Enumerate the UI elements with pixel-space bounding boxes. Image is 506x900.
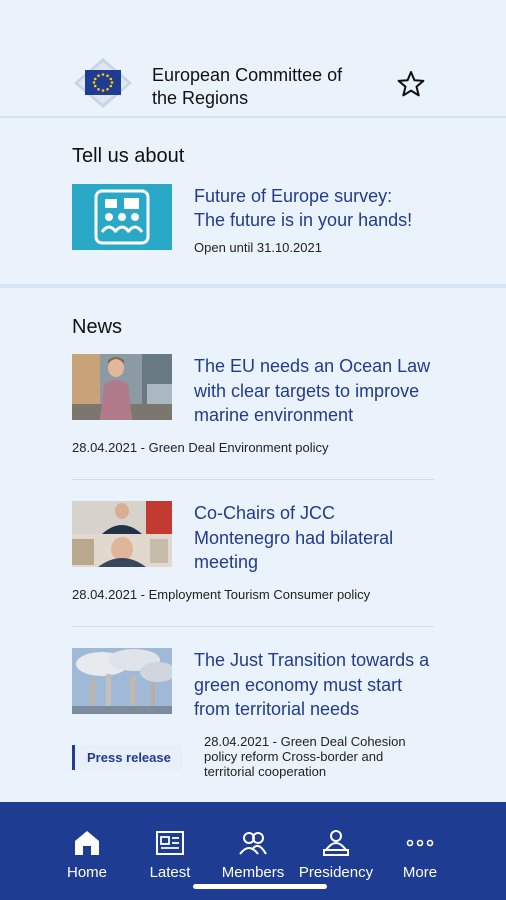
press-release-badge: Press release [72,745,182,770]
tab-presidency-label: Presidency [298,864,374,881]
survey-thumbnail[interactable] [72,184,172,250]
news-title-line: marine environment [194,405,354,425]
news-title-line: with clear targets to improve [194,380,420,401]
eu-flag-icon [74,58,132,108]
news-meta: 28.04.2021 - Employment Tourism Consumer… [72,587,371,602]
app-header: European Committee of the Regions [0,0,506,118]
presidency-icon [323,830,349,856]
app-title-line2: the Regions [152,88,249,108]
news-title-line: green economy must start [194,674,403,695]
news-title[interactable]: The Just Transition towards a green econ… [194,648,444,722]
app-title: European Committee of the Regions [152,64,382,110]
more-dots-icon [406,839,434,847]
news-meta: 28.04.2021 - Green Deal Cohesion policy … [204,734,444,779]
news-title-line: from territorial needs [194,699,360,719]
news-divider [72,479,434,480]
people-icon [239,832,267,855]
home-indicator[interactable] [193,884,327,889]
news-meta: 28.04.2021 - Green Deal Environment poli… [72,440,329,455]
app-title-line1: European Committee of [152,65,343,85]
news-photo-videocall [72,501,172,567]
star-outline-icon[interactable] [397,70,425,98]
news-title[interactable]: Co-Chairs of JCC Montenegro had bilatera… [194,501,444,575]
survey-title[interactable]: Future of Europe survey: The future is i… [194,184,454,232]
survey-title-line1: Future of Europe survey: [194,186,393,206]
discussion-icon [94,189,150,245]
news-meta-line: 28.04.2021 - Green Deal Cohesion [204,734,406,749]
survey-title-line2: The future is in your hands! [194,210,413,230]
tab-latest-label: Latest [149,864,191,881]
news-title-line: Montenegro had bilateral [194,527,394,548]
news-title[interactable]: The EU needs an Ocean Law with clear tar… [194,354,444,428]
news-meta-line: territorial cooperation [204,764,327,779]
survey-meta: Open until 31.10.2021 [194,240,322,255]
news-photo-chimneys [72,648,172,714]
news-title-line: meeting [194,552,259,572]
tab-home-label: Home [66,864,107,881]
tab-members-label: Members [221,864,285,881]
news-thumbnail[interactable] [72,354,172,420]
section-divider [0,284,506,288]
news-title-line: Co-Chairs of JCC [194,503,336,523]
newspaper-icon [156,831,184,855]
news-section-title: News [72,316,123,338]
news-title-line: The Just Transition towards a [194,650,430,670]
news-title-line: The EU needs an Ocean Law [194,356,431,376]
news-thumbnail[interactable] [72,648,172,714]
news-thumbnail[interactable] [72,501,172,567]
tell-us-section-title: Tell us about [72,145,185,167]
news-meta-line: policy reform Cross-border and [204,749,384,764]
home-icon [75,831,99,855]
tab-more[interactable]: More [378,802,462,900]
tab-more-label: More [402,864,438,881]
news-photo-person [72,354,172,420]
tab-home[interactable]: Home [45,802,129,900]
news-divider [72,626,434,627]
